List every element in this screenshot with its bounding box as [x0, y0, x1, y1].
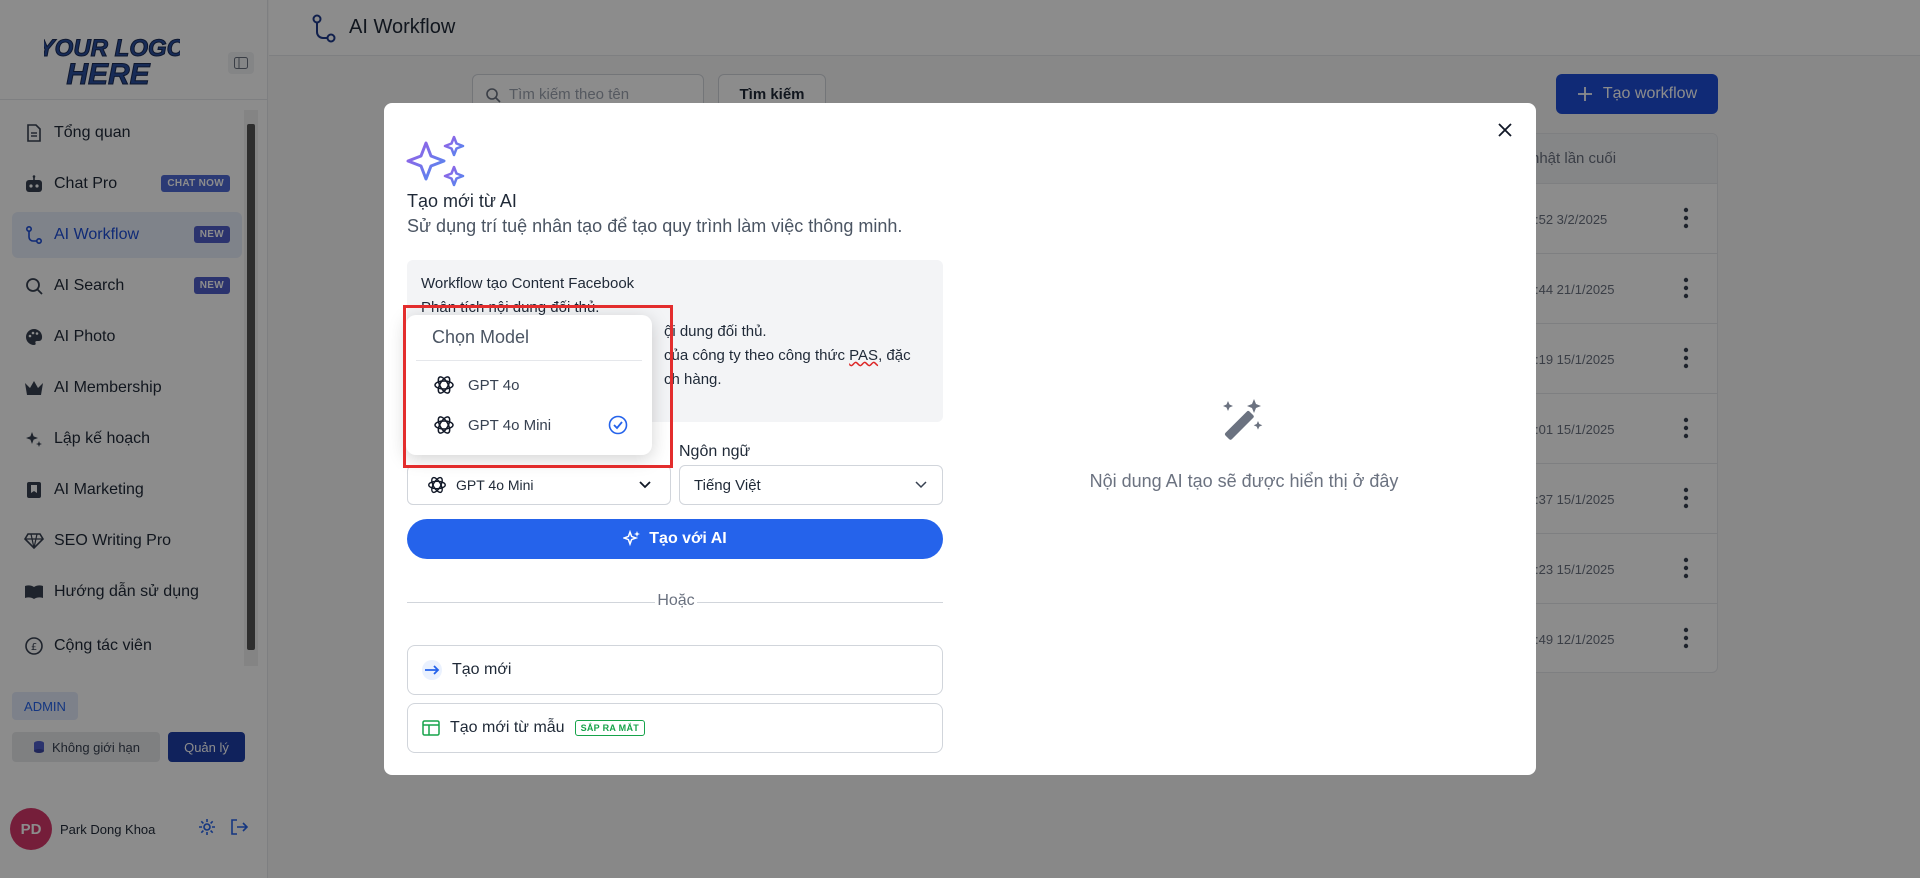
coming-soon-badge: SẮP RA MẮT: [574, 720, 646, 736]
modal-subtitle: Sử dụng trí tuệ nhân tạo để tạo quy trìn…: [407, 216, 903, 236]
ai-sparkles-icon: [406, 135, 465, 187]
close-icon: [1498, 123, 1512, 137]
language-label: Ngôn ngữ: [679, 443, 751, 460]
prompt-line: Workflow tạo Content Facebook: [421, 275, 635, 292]
or-separator: Hoặc: [655, 592, 697, 610]
annotation-highlight-box: [403, 305, 673, 468]
template-icon: [422, 720, 440, 736]
arrow-right-icon: [422, 660, 442, 680]
prompt-text: của công ty theo công thức: [664, 347, 850, 364]
spellcheck-word: PAS: [849, 347, 879, 364]
chevron-down-icon: [639, 481, 651, 489]
model-select[interactable]: GPT 4o Mini: [407, 465, 671, 505]
magic-wand-icon: [1223, 399, 1263, 440]
openai-icon: [428, 476, 446, 494]
chevron-down-icon: [915, 481, 927, 489]
model-select-value: GPT 4o Mini: [456, 477, 534, 493]
language-select[interactable]: Tiếng Việt: [679, 465, 943, 505]
generate-label: Tạo với AI: [649, 530, 727, 547]
generate-with-ai-button[interactable]: Tạo với AI: [407, 519, 943, 559]
close-button[interactable]: [1492, 117, 1518, 143]
language-select-value: Tiếng Việt: [694, 476, 761, 494]
create-new-label: Tạo mới: [452, 661, 512, 678]
create-from-template-button[interactable]: Tạo mới từ mẫu SẮP RA MẮT: [407, 703, 943, 753]
empty-state-text: Nội dung AI tạo sẽ được hiển thị ở đây: [1089, 471, 1399, 491]
sparkle-icon: [623, 530, 641, 547]
create-new-button[interactable]: Tạo mới: [407, 645, 943, 695]
modal-title: Tạo mới từ AI: [407, 191, 517, 211]
prompt-text: , đặc: [878, 347, 911, 364]
create-from-template-label: Tạo mới từ mẫu: [450, 719, 565, 736]
